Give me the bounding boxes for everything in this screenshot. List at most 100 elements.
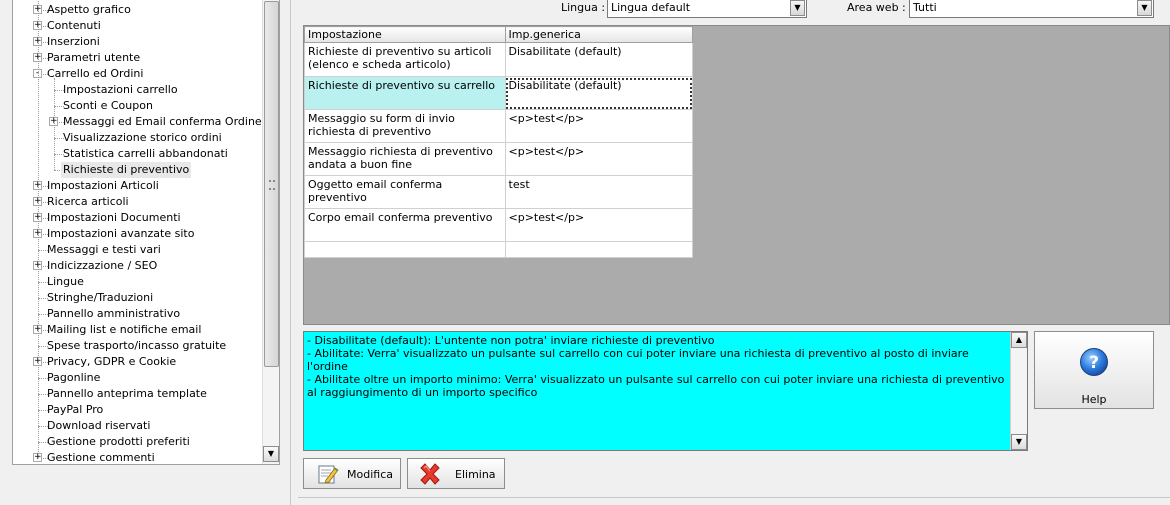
elimina-button-label: Elimina: [455, 468, 496, 481]
setting-name-cell[interactable]: Richieste di preventivo su carrello: [304, 76, 506, 110]
tree-item[interactable]: Lingue: [13, 274, 263, 290]
tree-item[interactable]: + Impostazioni Documenti: [13, 210, 263, 226]
tree-item[interactable]: PayPal Pro: [13, 402, 263, 418]
scroll-down-arrow-icon[interactable]: ▼: [1011, 434, 1027, 450]
tree-item-label: Visualizzazione storico ordini: [63, 131, 222, 144]
tree-item-label: Gestione commenti: [47, 451, 155, 464]
column-header-imp-generica[interactable]: Imp.generica: [504, 26, 694, 43]
description-line: - Abilitate oltre un importo minimo: Ver…: [307, 373, 1005, 399]
area-web-select-value: Tutti: [913, 1, 937, 14]
lingua-select[interactable]: Lingua default ▼: [607, 0, 807, 18]
scroll-down-arrow-icon[interactable]: ▼: [263, 446, 279, 462]
settings-tree[interactable]: + Aspetto grafico + Contenuti + Inserzioni + Pa…: [12, 0, 280, 465]
setting-name-cell[interactable]: Messaggio su form di invio richiesta di …: [304, 109, 506, 143]
tree-item[interactable]: Richieste di preventivo: [13, 162, 263, 178]
tree-item[interactable]: + Privacy, GDPR e Cookie: [13, 354, 263, 370]
setting-name-cell[interactable]: Richieste di preventivo su articoli (ele…: [304, 42, 506, 77]
area-web-select[interactable]: Tutti ▼: [909, 0, 1154, 18]
tree-item-label: Download riservati: [47, 419, 151, 432]
setting-value-cell[interactable]: <p>test</p>: [504, 109, 694, 143]
table-row-empty[interactable]: [304, 241, 694, 258]
tree-item-label: Ricerca articoli: [47, 195, 129, 208]
tree-item[interactable]: + Impostazioni avanzate sito: [13, 226, 263, 242]
setting-name-cell[interactable]: Corpo email conferma preventivo: [304, 208, 506, 242]
table-row-selected[interactable]: Richieste di preventivo su carrello Disa…: [304, 76, 694, 110]
tree-item[interactable]: + Gestione commenti: [13, 450, 263, 464]
tree-item[interactable]: Pagonline: [13, 370, 263, 386]
column-header-impostazione[interactable]: Impostazione: [304, 26, 506, 43]
tree-item[interactable]: + Inserzioni: [13, 34, 263, 50]
question-mark-icon: ?: [1080, 348, 1108, 376]
tree-item-label: Inserzioni: [47, 35, 100, 48]
table-row[interactable]: Oggetto email conferma preventivo test: [304, 175, 694, 209]
chevron-down-icon[interactable]: ▼: [790, 0, 805, 16]
setting-value-cell[interactable]: [504, 241, 694, 258]
tree-item[interactable]: - Carrello ed Ordini: [13, 66, 263, 82]
tree-item-label: Sconti e Coupon: [63, 99, 153, 112]
setting-value-cell[interactable]: Disabilitate (default): [504, 76, 694, 110]
help-button-label: Help: [1081, 393, 1107, 406]
tree-item[interactable]: + Contenuti: [13, 18, 263, 34]
help-button[interactable]: ? Help: [1034, 331, 1154, 409]
tree-item-label: Richieste di preventivo: [61, 162, 192, 178]
chevron-down-icon[interactable]: ▼: [1137, 0, 1152, 16]
grid-header-row: Impostazione Imp.generica: [304, 26, 694, 43]
tree-item[interactable]: Pannello anteprima template: [13, 386, 263, 402]
tree-item[interactable]: Gestione prodotti preferiti: [13, 434, 263, 450]
svg-text:?: ?: [1089, 353, 1099, 373]
status-bar: [298, 497, 1170, 505]
tree-item-label: Messaggi ed Email conferma Ordine: [63, 115, 262, 128]
tree-scrollbar[interactable]: ▼: [262, 0, 279, 464]
table-row[interactable]: Messaggio su form di invio richiesta di …: [304, 109, 694, 143]
table-row[interactable]: Corpo email conferma preventivo <p>test<…: [304, 208, 694, 242]
setting-value-cell[interactable]: test: [504, 175, 694, 209]
lingua-label: Lingua :: [561, 1, 606, 14]
left-panel: + Aspetto grafico + Contenuti + Inserzioni + Pa…: [0, 0, 290, 505]
tree-item-label: Impostazioni Documenti: [47, 211, 181, 224]
tree-item[interactable]: + Aspetto grafico: [13, 2, 263, 18]
tree-item[interactable]: Pannello amministrativo: [13, 306, 263, 322]
table-row[interactable]: Richieste di preventivo su articoli (ele…: [304, 42, 694, 77]
tree-item-label: Messaggi e testi vari: [47, 243, 161, 256]
tree-item[interactable]: + Ricerca articoli: [13, 194, 263, 210]
lingua-select-value: Lingua default: [611, 1, 691, 14]
tree-scroll-thumb[interactable]: [264, 1, 279, 367]
scroll-up-arrow-icon[interactable]: ▲: [1011, 332, 1027, 348]
table-row[interactable]: Messaggio richiesta di preventivo andata…: [304, 142, 694, 176]
grip-icon: [269, 180, 275, 190]
tree-item[interactable]: Statistica carrelli abbandonati: [13, 146, 263, 162]
setting-name-cell[interactable]: [304, 241, 506, 258]
tree-item-label: Pannello amministrativo: [47, 307, 181, 320]
modifica-button[interactable]: Modifica: [303, 458, 401, 489]
tree-item[interactable]: + Mailing list e notifiche email: [13, 322, 263, 338]
tree-item[interactable]: Visualizzazione storico ordini: [13, 130, 263, 146]
tree-item-label: Aspetto grafico: [47, 3, 131, 16]
tree-item[interactable]: + Parametri utente: [13, 50, 263, 66]
tree-item[interactable]: + Messaggi ed Email conferma Ordine: [13, 114, 263, 130]
settings-grid-area: Impostazione Imp.generica Richieste di p…: [303, 25, 1170, 325]
elimina-button[interactable]: Elimina: [407, 458, 505, 489]
tree-item[interactable]: + Impostazioni Articoli: [13, 178, 263, 194]
tree-item[interactable]: + Indicizzazione / SEO: [13, 258, 263, 274]
panel-splitter[interactable]: [290, 0, 298, 505]
setting-value-cell[interactable]: <p>test</p>: [504, 208, 694, 242]
tree-item-label: Parametri utente: [47, 51, 141, 64]
description-scrollbar[interactable]: ▲ ▼: [1010, 332, 1027, 450]
setting-value-cell[interactable]: <p>test</p>: [504, 142, 694, 176]
setting-name-cell[interactable]: Oggetto email conferma preventivo: [304, 175, 506, 209]
tree-item-label: Mailing list e notifiche email: [47, 323, 202, 336]
tree-item[interactable]: Impostazioni carrello: [13, 82, 263, 98]
tree-connector: [54, 78, 55, 170]
setting-name-cell[interactable]: Messaggio richiesta di preventivo andata…: [304, 142, 506, 176]
modifica-button-label: Modifica: [347, 468, 393, 481]
setting-description: - Disabilitate (default): L'untente non …: [303, 331, 1028, 451]
area-web-label: Area web :: [847, 1, 906, 14]
setting-value-cell[interactable]: Disabilitate (default): [504, 42, 694, 77]
tree-item[interactable]: Sconti e Coupon: [13, 98, 263, 114]
tree-item[interactable]: Download riservati: [13, 418, 263, 434]
tree-item[interactable]: Stringhe/Traduzioni: [13, 290, 263, 306]
tree-item[interactable]: Spese trasporto/incasso gratuite: [13, 338, 263, 354]
settings-grid[interactable]: Impostazione Imp.generica Richieste di p…: [304, 26, 694, 258]
tree-item[interactable]: Messaggi e testi vari: [13, 242, 263, 258]
tree-item-label: Lingue: [47, 275, 84, 288]
